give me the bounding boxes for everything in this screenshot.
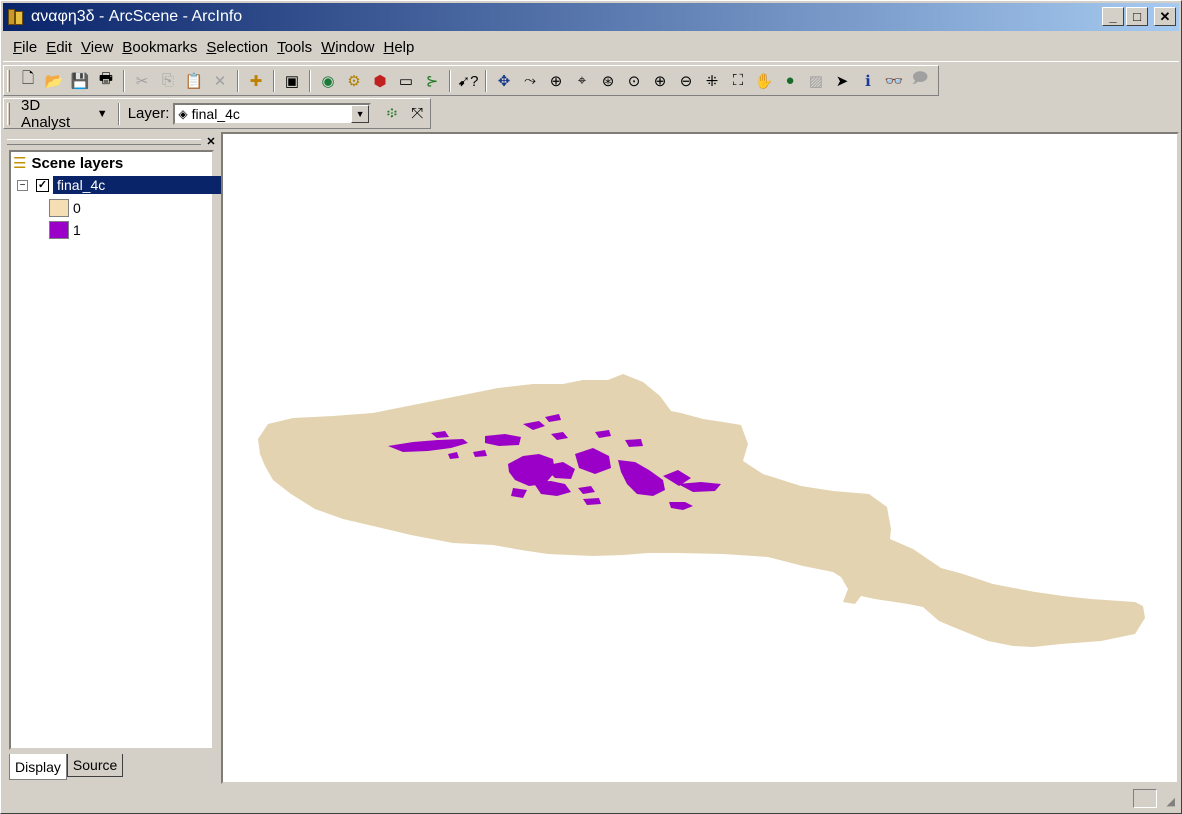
window-title: αναφη3δ - ArcScene - ArcInfo bbox=[31, 8, 243, 25]
layer-select-value: final_4c bbox=[191, 105, 240, 122]
arccatalog-icon[interactable]: ◉ bbox=[315, 69, 341, 93]
layer-name[interactable]: final_4c bbox=[53, 176, 227, 194]
raster-layer-icon: ◈ bbox=[178, 106, 188, 121]
select-graphics-icon[interactable]: ▨ bbox=[803, 69, 829, 93]
chevron-down-icon: ▼ bbox=[96, 107, 108, 120]
layers-stack-icon: ☰ bbox=[13, 155, 27, 172]
pan-hand-icon[interactable]: ✋ bbox=[751, 69, 777, 93]
zoom-in-icon[interactable]: ⊕ bbox=[647, 69, 673, 93]
toc-tabs: Display Source bbox=[9, 754, 124, 780]
arctoolbox-icon[interactable]: ⚙ bbox=[341, 69, 367, 93]
menu-view[interactable]: View bbox=[81, 39, 113, 56]
scene-layers-label: Scene layers bbox=[31, 154, 124, 172]
terrain-surface bbox=[258, 374, 1145, 647]
scene-layers-node[interactable]: ☰ Scene layers bbox=[13, 154, 124, 173]
zoom-out-icon[interactable]: ⊖ bbox=[673, 69, 699, 93]
standard-toolbar: 🗋 📂 💾 🖶 ✂ ⎘ 📋 ✕ ✚ ▣ ◉ ⚙ ⬢ ▭ ⊱ ➹? ✥ ⤳ ⊕ ⌖… bbox=[3, 65, 939, 96]
table-of-contents: ✕ ☰ Scene layers − ✓ final_4c 0 1 Displa… bbox=[3, 132, 227, 784]
scene-render bbox=[258, 374, 1145, 647]
status-panel bbox=[1133, 789, 1157, 808]
set-observer-icon[interactable]: ⊙ bbox=[621, 69, 647, 93]
layer-node-final-4c[interactable]: − ✓ final_4c bbox=[17, 176, 227, 194]
toolbar-grip[interactable] bbox=[7, 69, 10, 92]
menu-file[interactable]: File bbox=[13, 39, 37, 56]
zoom-to-target-icon[interactable]: ⊛ bbox=[595, 69, 621, 93]
minimize-button[interactable]: _ bbox=[1102, 7, 1124, 26]
legend-label: 0 bbox=[73, 200, 81, 216]
menu-help[interactable]: Help bbox=[383, 39, 414, 56]
whats-this-help-icon[interactable]: ➹? bbox=[455, 69, 481, 93]
3d-analyst-toolbar: 3D Analyst ▼ Layer: ◈ final_4c ▼ ፨ ⤧ bbox=[3, 97, 431, 131]
steepest-path-icon[interactable]: ⤧ bbox=[405, 102, 430, 126]
menu-bookmarks[interactable]: Bookmarks bbox=[122, 39, 197, 56]
print-icon[interactable]: 🖶 bbox=[93, 69, 119, 93]
title-bar[interactable]: αναφη3δ - ArcScene - ArcInfo _ □ ✕ bbox=[3, 3, 1179, 31]
target-zoom-icon[interactable]: ⊕ bbox=[543, 69, 569, 93]
menu-bar: File Edit View Bookmarks Selection Tools… bbox=[3, 34, 1179, 62]
command-line-icon[interactable]: ▭ bbox=[393, 69, 419, 93]
layer-visibility-checkbox[interactable]: ✓ bbox=[36, 178, 49, 192]
tab-display[interactable]: Display bbox=[9, 754, 67, 780]
identify-icon[interactable]: ℹ bbox=[855, 69, 881, 93]
narrow-fov-icon[interactable]: ⁜ bbox=[699, 69, 725, 93]
tab-source[interactable]: Source bbox=[66, 754, 124, 777]
select-features-arrow-icon[interactable]: ➤ bbox=[829, 69, 855, 93]
menu-window[interactable]: Window bbox=[321, 39, 374, 56]
layer-label: Layer: bbox=[127, 105, 170, 122]
copy-icon[interactable]: ⎘ bbox=[155, 69, 181, 93]
menu-selection[interactable]: Selection bbox=[206, 39, 268, 56]
legend-swatch-1[interactable] bbox=[49, 221, 69, 239]
chevron-down-icon[interactable]: ▼ bbox=[351, 104, 370, 123]
open-folder-icon[interactable]: 📂 bbox=[41, 69, 67, 93]
legend-swatch-0[interactable] bbox=[49, 199, 69, 217]
cut-icon[interactable]: ✂ bbox=[129, 69, 155, 93]
html-popup-icon[interactable]: 🗩 bbox=[907, 69, 933, 93]
legend-item: 1 bbox=[49, 221, 81, 239]
status-bar: ◢ bbox=[3, 787, 1179, 811]
navigate-icon[interactable]: ✥ bbox=[491, 69, 517, 93]
new-document-icon[interactable]: 🗋 bbox=[15, 69, 41, 93]
center-on-target-icon[interactable]: ⌖ bbox=[569, 69, 595, 93]
paste-icon[interactable]: 📋 bbox=[181, 69, 207, 93]
scene-properties-icon[interactable]: ▣ bbox=[279, 69, 305, 93]
full-extent-globe-icon[interactable]: ● bbox=[777, 69, 803, 93]
arcscene-app-icon bbox=[6, 7, 26, 27]
menu-edit[interactable]: Edit bbox=[46, 39, 72, 56]
expand-fov-icon[interactable]: ⛶ bbox=[725, 69, 751, 93]
maximize-button[interactable]: □ bbox=[1126, 7, 1148, 26]
scene-view[interactable] bbox=[221, 132, 1179, 784]
fly-icon[interactable]: ⤳ bbox=[517, 69, 543, 93]
toc-grip[interactable] bbox=[7, 139, 201, 145]
close-icon[interactable]: ✕ bbox=[205, 136, 217, 148]
collapse-icon[interactable]: − bbox=[17, 179, 28, 191]
arcscene-window: αναφη3δ - ArcScene - ArcInfo _ □ ✕ File … bbox=[0, 0, 1182, 814]
save-icon[interactable]: 💾 bbox=[67, 69, 93, 93]
menu-tools[interactable]: Tools bbox=[277, 39, 312, 56]
delete-icon[interactable]: ✕ bbox=[207, 69, 233, 93]
find-binoculars-icon[interactable]: 👓 bbox=[881, 69, 907, 93]
python-icon[interactable]: ⊱ bbox=[419, 69, 445, 93]
layer-select[interactable]: ◈ final_4c ▼ bbox=[173, 102, 372, 125]
resize-grip-icon[interactable]: ◢ bbox=[1167, 795, 1175, 808]
legend-item: 0 bbox=[49, 199, 81, 217]
contour-tool-icon[interactable]: ፨ bbox=[379, 102, 404, 126]
toc-tree: ☰ Scene layers − ✓ final_4c 0 1 bbox=[9, 150, 227, 750]
toolbar-grip[interactable] bbox=[7, 102, 10, 125]
close-button[interactable]: ✕ bbox=[1154, 7, 1176, 26]
toc-header: ✕ bbox=[7, 134, 217, 150]
model-builder-icon[interactable]: ⬢ bbox=[367, 69, 393, 93]
legend-label: 1 bbox=[73, 222, 81, 238]
3d-analyst-menu-button[interactable]: 3D Analyst ▼ bbox=[15, 97, 114, 131]
add-data-icon[interactable]: ✚ bbox=[243, 69, 269, 93]
